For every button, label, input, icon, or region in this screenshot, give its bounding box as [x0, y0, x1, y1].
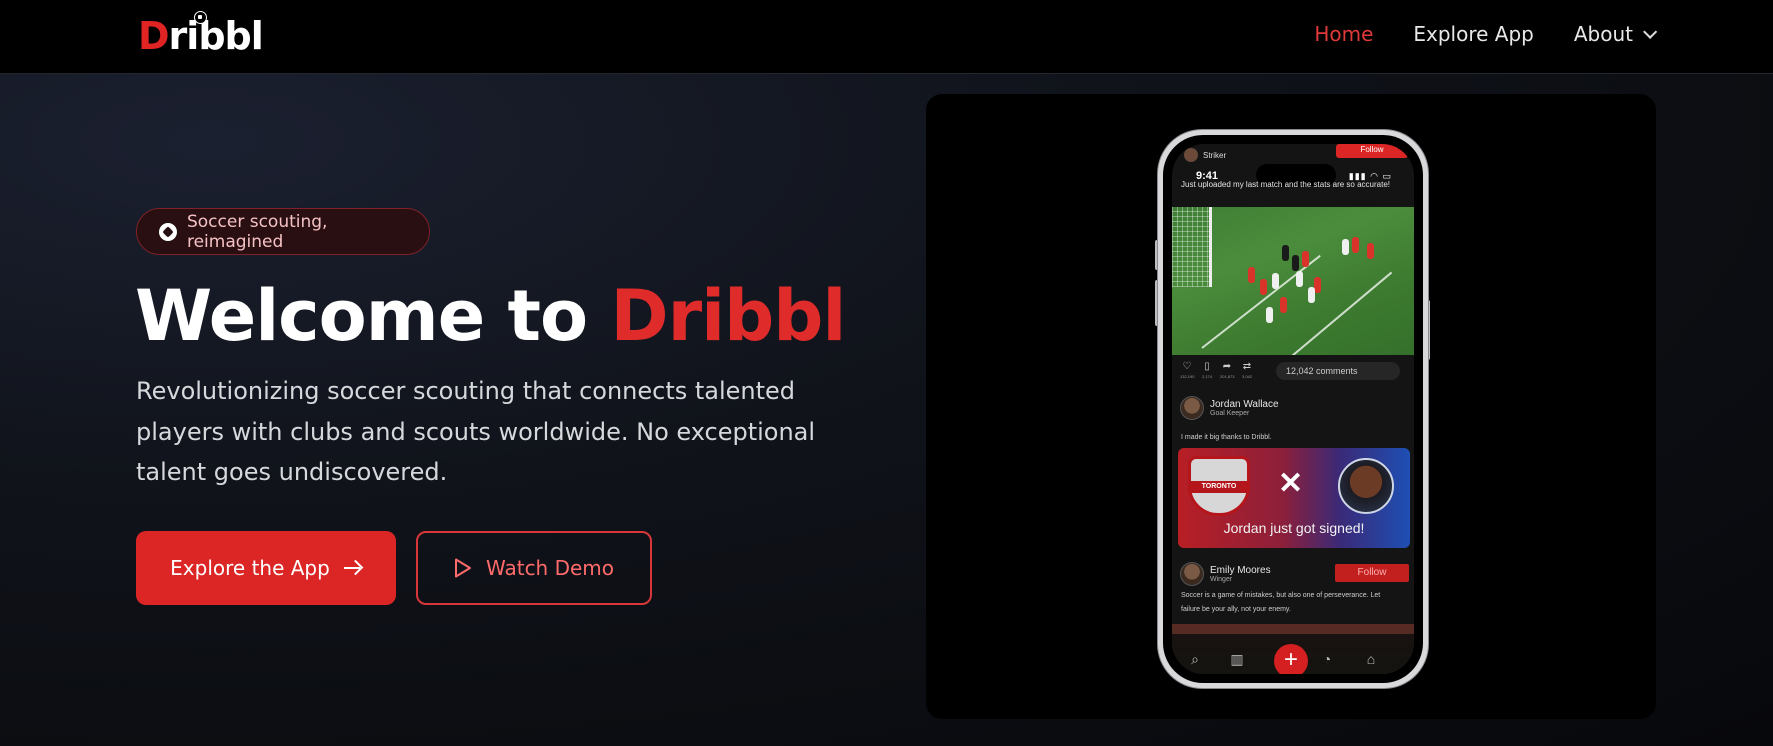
- x-icon: ✕: [1278, 467, 1304, 500]
- comments-field[interactable]: 12,042 comments: [1276, 362, 1400, 380]
- match-photo[interactable]: [1172, 207, 1414, 355]
- club-crest: TORONTO: [1188, 456, 1250, 516]
- play-icon: [454, 558, 471, 578]
- author-role: Winger: [1210, 576, 1233, 583]
- home-icon[interactable]: ⌂: [1362, 650, 1380, 668]
- arrow-right-icon: [343, 560, 362, 576]
- post-text: I made it big thanks to Dribbl.: [1181, 434, 1272, 441]
- top-nav: Dribbl Home Explore App About: [0, 0, 1773, 74]
- nav-explore-link[interactable]: Explore App: [1413, 22, 1533, 46]
- explore-app-button[interactable]: Explore the App: [136, 531, 396, 605]
- phone-mockup: Striker Follow 9:41 ▮▮▮ ◠ ▭ Just uploade…: [1158, 130, 1428, 688]
- tagline-badge: Soccer scouting, reimagined: [136, 208, 430, 255]
- player-photo: [1338, 458, 1394, 514]
- app-screen: Striker Follow 9:41 ▮▮▮ ◠ ▭ Just uploade…: [1172, 144, 1414, 674]
- avatar: [1184, 148, 1198, 162]
- follow-button[interactable]: Follow: [1335, 564, 1409, 582]
- chat-icon[interactable]: ◔: [1318, 650, 1336, 668]
- post-text: Soccer is a game of mistakes, but also o…: [1181, 592, 1381, 613]
- avatar[interactable]: [1180, 562, 1204, 586]
- signed-text: Jordan just got signed!: [1223, 520, 1365, 536]
- post-actions: ♡ 132,190 ▯ 2,174 ➦ 201,873 ⇄ 3,042: [1180, 362, 1254, 382]
- follow-button[interactable]: Follow: [1336, 144, 1408, 158]
- signing-card[interactable]: TORONTO ✕ Jordan just got signed!: [1178, 448, 1410, 548]
- bottom-tab-bar: ⌕ ▥ + ◔ ⌂: [1172, 634, 1414, 674]
- post-author: Emily Moores Winger: [1180, 562, 1271, 586]
- avatar[interactable]: [1180, 396, 1204, 420]
- post-caption: Just uploaded my last match and the stat…: [1181, 180, 1390, 189]
- author-role: Goal Keeper: [1210, 410, 1250, 417]
- like-icon[interactable]: ♡ 132,190: [1180, 362, 1194, 382]
- hero-title: Welcome to Dribbl: [135, 275, 846, 357]
- nav-home-link[interactable]: Home: [1314, 22, 1373, 46]
- stats-icon[interactable]: ▥: [1228, 650, 1246, 668]
- logo[interactable]: Dribbl: [138, 11, 264, 58]
- post-author: Striker: [1184, 148, 1226, 162]
- soccer-ball-icon: [159, 222, 177, 241]
- bookmark-icon[interactable]: ▯ 2,174: [1200, 362, 1214, 382]
- post-author: Jordan Wallace Goal Keeper: [1180, 396, 1279, 420]
- chevron-down-icon: [1643, 24, 1658, 39]
- search-icon[interactable]: ⌕: [1186, 650, 1204, 668]
- add-post-button[interactable]: +: [1274, 644, 1308, 674]
- goal-net: [1172, 207, 1212, 287]
- soccer-ball-icon: [194, 11, 207, 24]
- author-name: Jordan Wallace: [1210, 399, 1279, 410]
- nav-about-dropdown[interactable]: About: [1574, 22, 1658, 46]
- share-icon[interactable]: ➦ 201,873: [1220, 362, 1234, 382]
- watch-demo-button[interactable]: Watch Demo: [416, 531, 652, 605]
- repost-icon[interactable]: ⇄ 3,042: [1240, 362, 1254, 382]
- nav-links: Home Explore App About: [1314, 22, 1658, 46]
- hero-description: Revolutionizing soccer scouting that con…: [136, 377, 816, 486]
- author-name: Emily Moores: [1210, 565, 1271, 576]
